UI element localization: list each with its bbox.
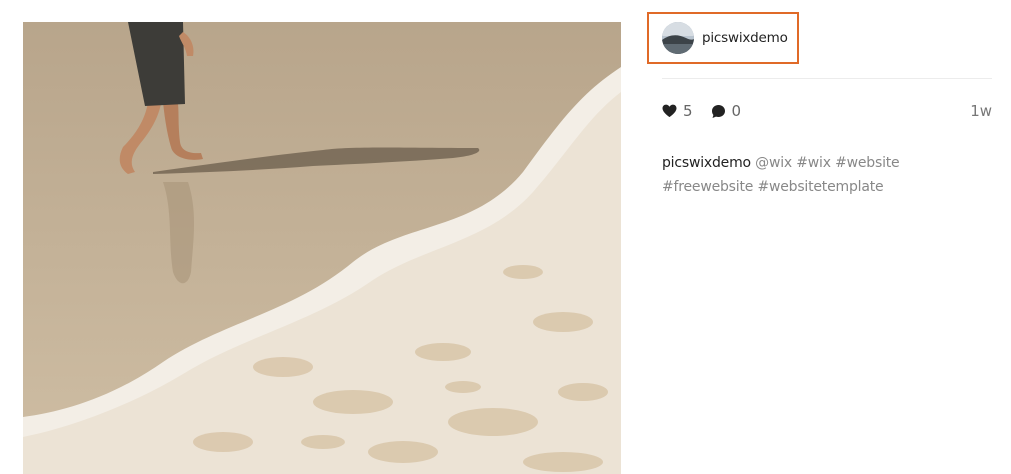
author-profile-link[interactable]: picswixdemo xyxy=(647,12,799,64)
comment-bubble-icon xyxy=(711,104,725,118)
caption-hashtag[interactable]: #wix xyxy=(796,155,831,171)
caption-hashtag[interactable]: #website xyxy=(835,155,900,171)
heart-icon xyxy=(662,104,677,117)
comment-count: 0 xyxy=(731,102,742,120)
post-age: 1w xyxy=(970,102,992,120)
caption-mention[interactable]: @wix xyxy=(755,155,792,171)
like-count: 5 xyxy=(683,102,693,120)
comment-button[interactable]: 0 xyxy=(711,102,742,120)
caption-username[interactable]: picswixdemo xyxy=(662,155,751,171)
caption-hashtag[interactable]: #websitetemplate xyxy=(757,179,883,195)
post-details-panel: picswixdemo 5 0 1w picswixdemo @wix #wix… xyxy=(647,0,997,474)
beach-photo xyxy=(23,22,621,474)
caption-hashtag[interactable]: #freewebsite xyxy=(662,179,753,195)
avatar[interactable] xyxy=(662,22,694,54)
post-stats: 5 0 1w xyxy=(662,100,992,122)
divider xyxy=(662,78,992,79)
author-username[interactable]: picswixdemo xyxy=(702,30,788,46)
avatar-image xyxy=(662,22,694,54)
post-caption: picswixdemo @wix #wix #website #freewebs… xyxy=(662,151,982,199)
post-photo[interactable] xyxy=(23,22,621,474)
like-button[interactable]: 5 xyxy=(662,102,693,120)
